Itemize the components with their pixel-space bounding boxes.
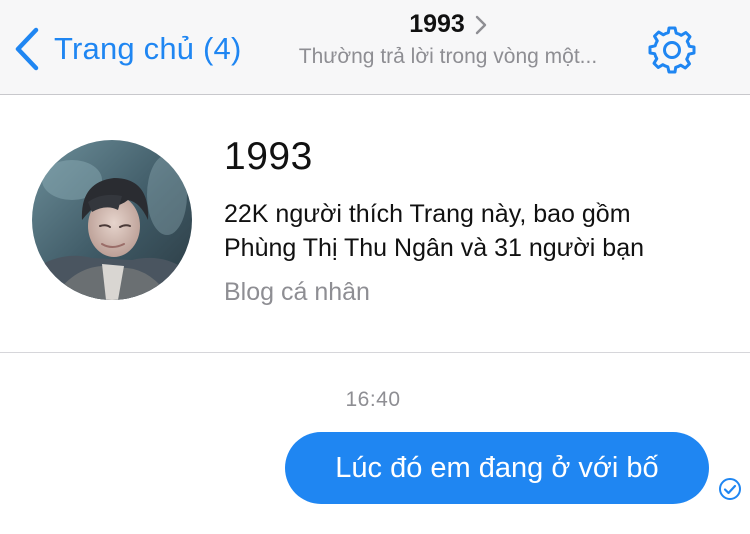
settings-button[interactable] [646,24,698,76]
back-button[interactable]: Trang chủ (4) [14,26,242,72]
sent-message-bubble[interactable]: Lúc đó em đang ở với bố [285,432,709,504]
conversation-title: 1993 [409,10,465,38]
message-text: Lúc đó em đang ở với bố [335,451,659,484]
gear-icon [648,26,696,74]
page-name: 1993 [224,135,313,178]
response-time-subtitle: Thường trả lời trong vòng một... [298,45,598,68]
chevron-right-icon [475,15,487,34]
back-button-label: Trang chủ (4) [54,31,242,66]
seen-check-icon [719,478,741,500]
navigation-bar: Trang chủ (4) 1993 Thường trả lời trong … [0,0,750,95]
page-info-card: 1993 22K người thích Trang này, bao gồm … [0,95,750,353]
avatar[interactable] [32,140,192,300]
messenger-conversation-screen: Trang chủ (4) 1993 Thường trả lời trong … [0,0,750,534]
conversation-header[interactable]: 1993 Thường trả lời trong vòng một... [270,10,626,69]
likes-line-1: 22K người thích Trang này, bao gồm [224,200,631,228]
likes-line-2: Phùng Thị Thu Ngân và 31 người bạn [224,234,644,262]
profile-photo [32,140,192,300]
page-category: Blog cá nhân [224,278,370,306]
page-likes-summary: 22K người thích Trang này, bao gồm Phùng… [224,197,724,265]
message-timestamp: 16:40 [345,388,401,411]
chevron-left-icon [15,27,39,71]
